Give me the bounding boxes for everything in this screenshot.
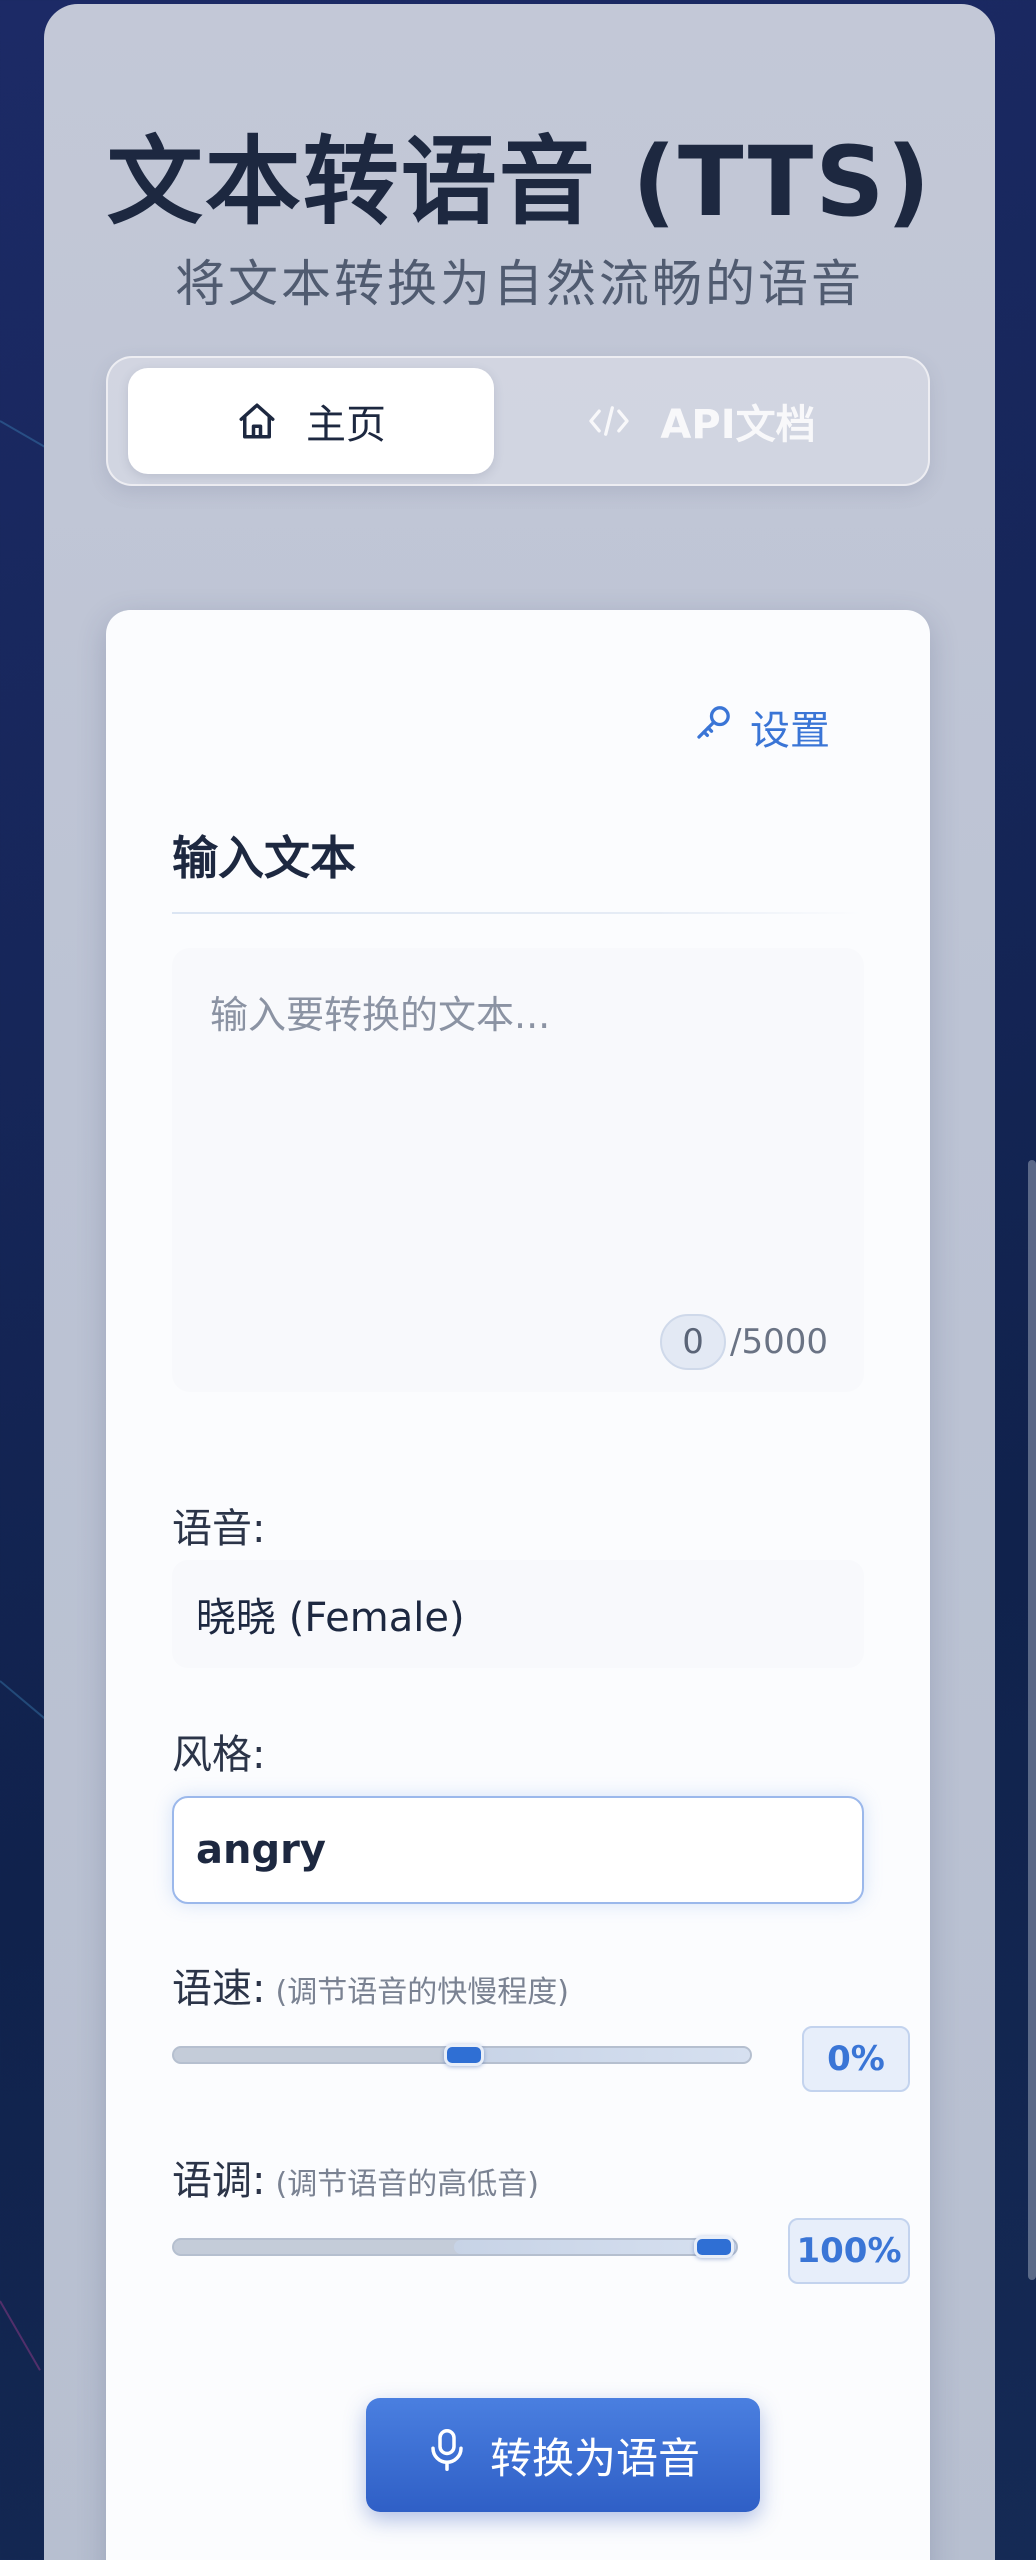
section-divider	[172, 912, 862, 914]
speed-value: 0%	[802, 2026, 910, 2092]
settings-link[interactable]: 设置	[694, 698, 830, 756]
tab-api-docs[interactable]: API文档	[518, 368, 884, 474]
style-input-value: angry	[196, 1827, 326, 1873]
style-input[interactable]: angry	[172, 1796, 864, 1904]
style-label: 风格:	[172, 1732, 266, 1778]
char-count: 0	[660, 1314, 727, 1370]
code-icon	[586, 401, 632, 441]
pitch-label: 语调:	[172, 2158, 266, 2204]
key-icon	[694, 702, 734, 752]
tab-bar: 主页 API文档	[106, 356, 930, 486]
input-section-title: 输入文本	[172, 831, 356, 885]
page-title: 文本转语音 (TTS)	[106, 126, 933, 238]
tab-home-label: 主页	[306, 402, 386, 448]
char-max: /5000	[730, 1322, 828, 1362]
voice-select[interactable]: 晓晓 (Female)	[172, 1560, 864, 1668]
speed-label-row: 语速: (调节语音的快慢程度)	[172, 1956, 569, 2014]
speed-slider-fill	[454, 2048, 750, 2062]
text-input-placeholder: 输入要转换的文本...	[210, 993, 551, 1037]
voice-label: 语音:	[172, 1506, 266, 1552]
convert-button-label: 转换为语音	[489, 2433, 700, 2483]
tts-form-card: 设置 输入文本 输入要转换的文本... 0 /5000 语音: 晓晓 (Fema…	[106, 610, 930, 2560]
pitch-slider[interactable]	[172, 2236, 738, 2258]
tab-api-docs-label: API文档	[660, 402, 816, 448]
speed-slider-thumb[interactable]	[444, 2044, 484, 2066]
background-decoration	[0, 2300, 41, 2371]
speed-label: 语速:	[172, 1966, 266, 2012]
text-input[interactable]: 输入要转换的文本... 0 /5000	[172, 948, 864, 1392]
pitch-hint: (调节语音的高低音)	[275, 2167, 539, 2202]
pitch-slider-thumb[interactable]	[694, 2236, 734, 2258]
pitch-value: 100%	[788, 2218, 910, 2284]
microphone-icon	[426, 2427, 468, 2483]
convert-button[interactable]: 转换为语音	[366, 2398, 760, 2512]
speed-slider[interactable]	[172, 2044, 752, 2066]
home-icon	[236, 400, 278, 442]
page-subtitle: 将文本转换为自然流畅的语音	[175, 255, 864, 313]
voice-selected-value: 晓晓 (Female)	[196, 1595, 465, 1641]
scrollbar[interactable]	[1028, 1160, 1036, 2280]
char-counter: 0 /5000	[660, 1314, 828, 1370]
main-panel: 文本转语音 (TTS) 将文本转换为自然流畅的语音 主页 API文档 设置 输入…	[44, 4, 995, 2560]
tab-home[interactable]: 主页	[128, 368, 494, 474]
pitch-label-row: 语调: (调节语音的高低音)	[172, 2148, 539, 2206]
background-decoration	[0, 1680, 47, 1721]
settings-label: 设置	[750, 708, 830, 754]
speed-hint: (调节语音的快慢程度)	[275, 1975, 569, 2010]
